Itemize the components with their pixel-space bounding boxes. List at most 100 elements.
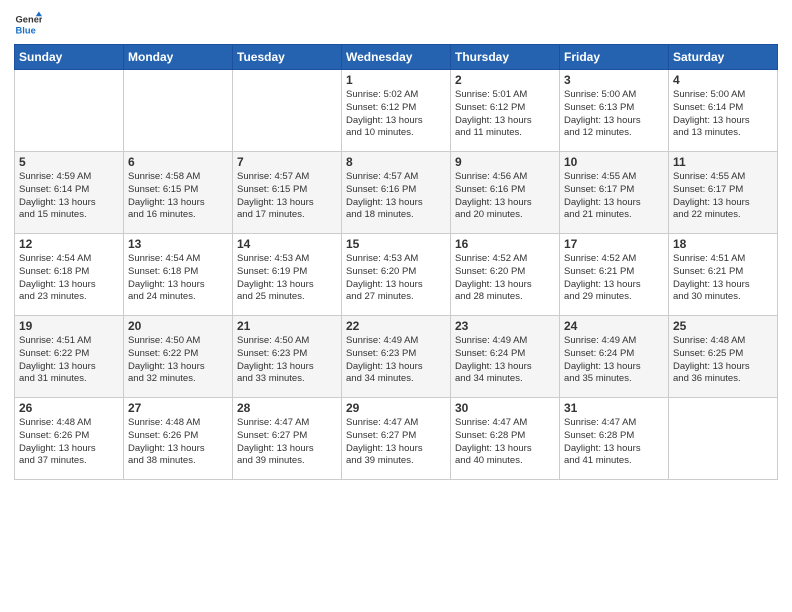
day-cell: 30 Sunrise: 4:47 AM Sunset: 6:28 PM Dayli… [451, 398, 560, 480]
day-number: 28 [237, 401, 337, 415]
day-info: Sunrise: 4:55 AM Sunset: 6:17 PM Dayligh… [673, 171, 773, 222]
day-info: Sunrise: 4:57 AM Sunset: 6:15 PM Dayligh… [237, 171, 337, 222]
day-cell: 5 Sunrise: 4:59 AM Sunset: 6:14 PM Daylig… [15, 152, 124, 234]
day-cell: 25 Sunrise: 4:48 AM Sunset: 6:25 PM Dayli… [669, 316, 778, 398]
col-header-sunday: Sunday [15, 45, 124, 70]
day-info: Sunrise: 4:55 AM Sunset: 6:17 PM Dayligh… [564, 171, 664, 222]
col-header-saturday: Saturday [669, 45, 778, 70]
day-info: Sunrise: 4:48 AM Sunset: 6:26 PM Dayligh… [19, 417, 119, 468]
day-number: 1 [346, 73, 446, 87]
day-cell: 10 Sunrise: 4:55 AM Sunset: 6:17 PM Dayli… [560, 152, 669, 234]
day-cell: 22Sunrise: 4:49 AM Sunset: 6:23 PM Dayli… [342, 316, 451, 398]
day-cell: 8 Sunrise: 4:57 AM Sunset: 6:16 PM Daylig… [342, 152, 451, 234]
header: General Blue [14, 10, 778, 38]
day-cell: 7Sunrise: 4:57 AM Sunset: 6:15 PM Daylig… [233, 152, 342, 234]
day-info: Sunrise: 5:02 AM Sunset: 6:12 PM Dayligh… [346, 89, 446, 140]
day-info: Sunrise: 5:00 AM Sunset: 6:13 PM Dayligh… [564, 89, 664, 140]
day-cell: 16 Sunrise: 4:52 AM Sunset: 6:20 PM Dayli… [451, 234, 560, 316]
day-cell: 9 Sunrise: 4:56 AM Sunset: 6:16 PM Daylig… [451, 152, 560, 234]
day-cell: 24Sunrise: 4:49 AM Sunset: 6:24 PM Dayli… [560, 316, 669, 398]
day-cell: 27 Sunrise: 4:48 AM Sunset: 6:26 PM Dayli… [124, 398, 233, 480]
day-cell: 13Sunrise: 4:54 AM Sunset: 6:18 PM Dayli… [124, 234, 233, 316]
day-number: 17 [564, 237, 664, 251]
day-number: 20 [128, 319, 228, 333]
day-cell: 19Sunrise: 4:51 AM Sunset: 6:22 PM Dayli… [15, 316, 124, 398]
day-number: 16 [455, 237, 555, 251]
day-number: 4 [673, 73, 773, 87]
day-number: 29 [346, 401, 446, 415]
day-number: 15 [346, 237, 446, 251]
logo-icon: General Blue [14, 10, 42, 38]
day-number: 30 [455, 401, 555, 415]
day-cell: 14 Sunrise: 4:53 AM Sunset: 6:19 PM Dayli… [233, 234, 342, 316]
col-header-monday: Monday [124, 45, 233, 70]
day-number: 9 [455, 155, 555, 169]
day-cell [669, 398, 778, 480]
day-number: 6 [128, 155, 228, 169]
day-cell: 6Sunrise: 4:58 AM Sunset: 6:15 PM Daylig… [124, 152, 233, 234]
week-row-2: 5 Sunrise: 4:59 AM Sunset: 6:14 PM Daylig… [15, 152, 778, 234]
day-number: 21 [237, 319, 337, 333]
day-cell: 18Sunrise: 4:51 AM Sunset: 6:21 PM Dayli… [669, 234, 778, 316]
day-cell: 12Sunrise: 4:54 AM Sunset: 6:18 PM Dayli… [15, 234, 124, 316]
day-info: Sunrise: 4:49 AM Sunset: 6:24 PM Dayligh… [455, 335, 555, 386]
day-cell: 3Sunrise: 5:00 AM Sunset: 6:13 PM Daylig… [560, 70, 669, 152]
calendar-header-row: SundayMondayTuesdayWednesdayThursdayFrid… [15, 45, 778, 70]
day-info: Sunrise: 4:59 AM Sunset: 6:14 PM Dayligh… [19, 171, 119, 222]
day-cell: 15 Sunrise: 4:53 AM Sunset: 6:20 PM Dayli… [342, 234, 451, 316]
day-info: Sunrise: 4:47 AM Sunset: 6:27 PM Dayligh… [346, 417, 446, 468]
day-cell: 17Sunrise: 4:52 AM Sunset: 6:21 PM Dayli… [560, 234, 669, 316]
day-cell: 2 Sunrise: 5:01 AM Sunset: 6:12 PM Daylig… [451, 70, 560, 152]
day-info: Sunrise: 4:47 AM Sunset: 6:28 PM Dayligh… [455, 417, 555, 468]
day-cell: 28 Sunrise: 4:47 AM Sunset: 6:27 PM Dayli… [233, 398, 342, 480]
day-cell [15, 70, 124, 152]
day-cell: 11 Sunrise: 4:55 AM Sunset: 6:17 PM Dayli… [669, 152, 778, 234]
day-info: Sunrise: 5:00 AM Sunset: 6:14 PM Dayligh… [673, 89, 773, 140]
week-row-5: 26 Sunrise: 4:48 AM Sunset: 6:26 PM Dayli… [15, 398, 778, 480]
day-cell: 29 Sunrise: 4:47 AM Sunset: 6:27 PM Dayli… [342, 398, 451, 480]
day-number: 10 [564, 155, 664, 169]
day-cell: 1 Sunrise: 5:02 AM Sunset: 6:12 PM Daylig… [342, 70, 451, 152]
day-cell: 4 Sunrise: 5:00 AM Sunset: 6:14 PM Daylig… [669, 70, 778, 152]
day-info: Sunrise: 4:56 AM Sunset: 6:16 PM Dayligh… [455, 171, 555, 222]
week-row-1: 1 Sunrise: 5:02 AM Sunset: 6:12 PM Daylig… [15, 70, 778, 152]
week-row-4: 19Sunrise: 4:51 AM Sunset: 6:22 PM Dayli… [15, 316, 778, 398]
day-info: Sunrise: 4:47 AM Sunset: 6:27 PM Dayligh… [237, 417, 337, 468]
day-number: 11 [673, 155, 773, 169]
day-info: Sunrise: 4:53 AM Sunset: 6:19 PM Dayligh… [237, 253, 337, 304]
col-header-tuesday: Tuesday [233, 45, 342, 70]
page: General Blue SundayMondayTuesdayWednesda… [0, 0, 792, 612]
col-header-wednesday: Wednesday [342, 45, 451, 70]
day-cell: 21Sunrise: 4:50 AM Sunset: 6:23 PM Dayli… [233, 316, 342, 398]
day-number: 25 [673, 319, 773, 333]
day-info: Sunrise: 4:53 AM Sunset: 6:20 PM Dayligh… [346, 253, 446, 304]
day-info: Sunrise: 4:48 AM Sunset: 6:26 PM Dayligh… [128, 417, 228, 468]
day-cell: 23 Sunrise: 4:49 AM Sunset: 6:24 PM Dayli… [451, 316, 560, 398]
day-number: 14 [237, 237, 337, 251]
day-cell: 20 Sunrise: 4:50 AM Sunset: 6:22 PM Dayli… [124, 316, 233, 398]
logo: General Blue [14, 10, 42, 38]
day-info: Sunrise: 4:47 AM Sunset: 6:28 PM Dayligh… [564, 417, 664, 468]
day-cell: 31Sunrise: 4:47 AM Sunset: 6:28 PM Dayli… [560, 398, 669, 480]
day-number: 23 [455, 319, 555, 333]
day-number: 18 [673, 237, 773, 251]
svg-text:Blue: Blue [16, 25, 36, 35]
day-number: 22 [346, 319, 446, 333]
day-number: 13 [128, 237, 228, 251]
day-info: Sunrise: 4:48 AM Sunset: 6:25 PM Dayligh… [673, 335, 773, 386]
week-row-3: 12Sunrise: 4:54 AM Sunset: 6:18 PM Dayli… [15, 234, 778, 316]
day-cell [233, 70, 342, 152]
day-number: 12 [19, 237, 119, 251]
day-number: 24 [564, 319, 664, 333]
day-info: Sunrise: 4:52 AM Sunset: 6:20 PM Dayligh… [455, 253, 555, 304]
day-number: 26 [19, 401, 119, 415]
day-info: Sunrise: 4:57 AM Sunset: 6:16 PM Dayligh… [346, 171, 446, 222]
day-info: Sunrise: 4:51 AM Sunset: 6:22 PM Dayligh… [19, 335, 119, 386]
day-info: Sunrise: 5:01 AM Sunset: 6:12 PM Dayligh… [455, 89, 555, 140]
day-info: Sunrise: 4:50 AM Sunset: 6:22 PM Dayligh… [128, 335, 228, 386]
day-number: 2 [455, 73, 555, 87]
day-number: 5 [19, 155, 119, 169]
day-number: 8 [346, 155, 446, 169]
day-number: 27 [128, 401, 228, 415]
day-cell: 26 Sunrise: 4:48 AM Sunset: 6:26 PM Dayli… [15, 398, 124, 480]
